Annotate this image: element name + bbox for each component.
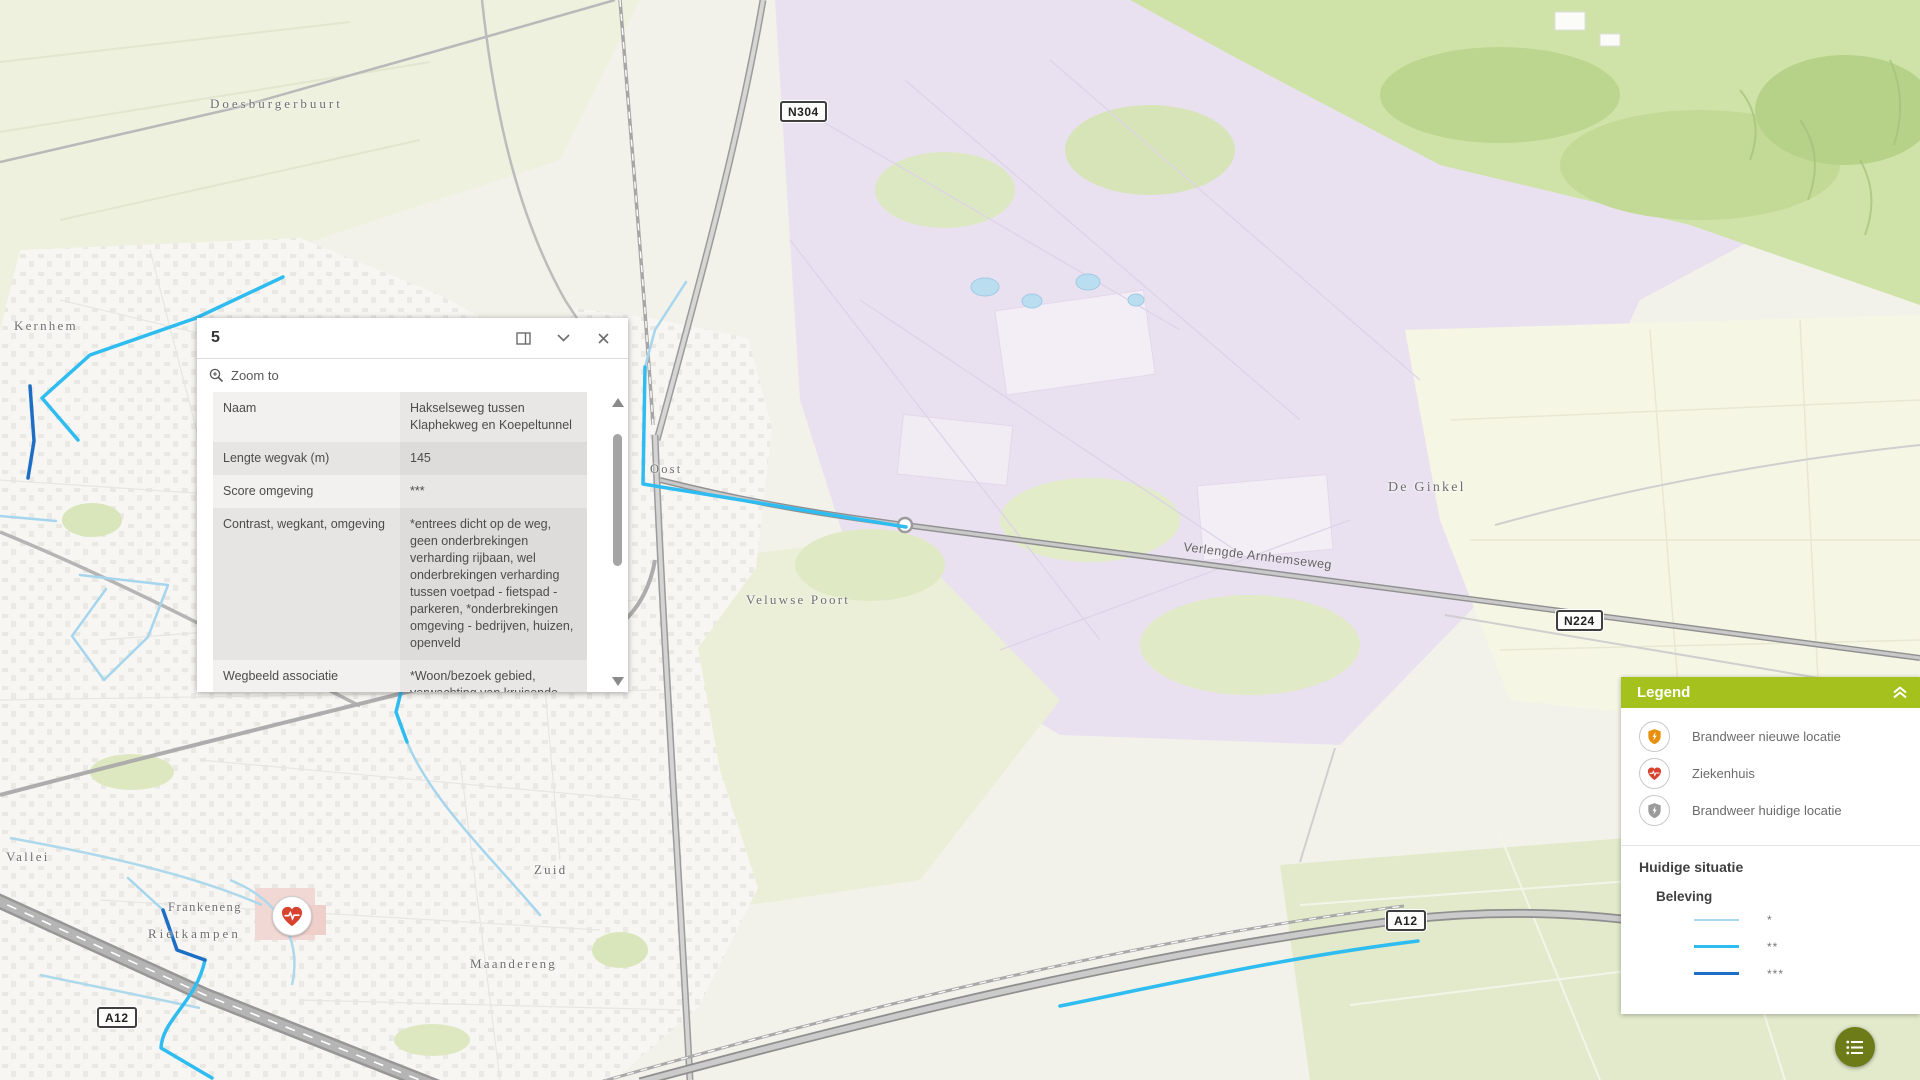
line-swatch-two-star	[1694, 945, 1739, 948]
legend-title: Legend	[1637, 684, 1690, 701]
legend-panel: Legend Brandweer nieuwe locatie Ziekenhu…	[1621, 677, 1920, 1014]
scroll-up-icon[interactable]	[612, 398, 624, 407]
field-value: 145	[400, 442, 587, 475]
field-name: Naam	[213, 392, 400, 442]
legend-item: Brandweer huidige locatie	[1621, 792, 1920, 829]
collapse-double-chevron-icon[interactable]	[1892, 686, 1908, 699]
road-shield-n224: N224	[1556, 610, 1603, 631]
class-label: **	[1767, 940, 1778, 954]
feature-popup: 5 Zoom to Naam H	[197, 318, 628, 692]
field-name: Contrast, wegkant, omgeving	[213, 508, 400, 660]
field-value: ***	[400, 475, 587, 508]
field-value: Hakselseweg tussen Klaphekweg en Koepelt…	[400, 392, 587, 442]
chevron-down-icon[interactable]	[550, 327, 576, 349]
legend-class-row: **	[1621, 933, 1920, 960]
legend-list-icon	[1846, 1040, 1864, 1055]
hospital-heart-icon	[279, 903, 305, 929]
legend-section-title: Huidige situatie	[1639, 859, 1920, 875]
scrollbar-thumb[interactable]	[613, 434, 622, 566]
hospital-heart-icon	[1639, 758, 1670, 789]
table-row: Naam Hakselseweg tussen Klaphekweg en Ko…	[213, 392, 587, 442]
popup-body: Naam Hakselseweg tussen Klaphekweg en Ko…	[197, 392, 628, 692]
legend-item-label: Ziekenhuis	[1692, 766, 1755, 781]
zoom-to-label: Zoom to	[231, 368, 279, 383]
field-value: *Woon/bezoek gebied, verwachting van kru…	[400, 660, 587, 692]
fire-station-new-icon	[1639, 721, 1670, 752]
table-row: Contrast, wegkant, omgeving *entrees dic…	[213, 508, 587, 660]
road-shield-a12: A12	[97, 1007, 137, 1028]
field-name: Lengte wegvak (m)	[213, 442, 400, 475]
field-value: *entrees dicht op de weg, geen onderbrek…	[400, 508, 587, 660]
table-row: Score omgeving ***	[213, 475, 587, 508]
legend-class-row: *	[1621, 906, 1920, 933]
class-label: ***	[1767, 967, 1784, 981]
map-application: Doesburgerbuurt Kernhem Oost De Ginkel V…	[0, 0, 1920, 1080]
fire-station-current-icon	[1639, 795, 1670, 826]
field-name: Score omgeving	[213, 475, 400, 508]
legend-group-title: Beleving	[1656, 889, 1920, 904]
popup-header[interactable]: 5	[197, 318, 628, 358]
popup-scrollbar[interactable]	[609, 398, 625, 686]
table-row: Lengte wegvak (m) 145	[213, 442, 587, 475]
class-label: *	[1767, 913, 1773, 927]
magnifier-plus-icon	[209, 368, 224, 383]
legend-divider	[1621, 845, 1920, 846]
legend-item-label: Brandweer nieuwe locatie	[1692, 729, 1841, 744]
legend-item: Ziekenhuis	[1621, 755, 1920, 792]
legend-item: Brandweer nieuwe locatie	[1621, 718, 1920, 755]
legend-item-label: Brandweer huidige locatie	[1692, 803, 1842, 818]
dock-icon[interactable]	[510, 327, 536, 349]
table-row: Wegbeeld associatie *Woon/bezoek gebied,…	[213, 660, 587, 692]
field-name: Wegbeeld associatie	[213, 660, 400, 692]
legend-toggle-button[interactable]	[1835, 1027, 1875, 1067]
zoom-to-button[interactable]: Zoom to	[197, 359, 628, 392]
legend-header[interactable]: Legend	[1621, 677, 1920, 708]
hospital-heart-marker[interactable]	[272, 896, 312, 936]
close-icon[interactable]	[590, 327, 616, 349]
attribute-table: Naam Hakselseweg tussen Klaphekweg en Ko…	[213, 392, 587, 692]
line-swatch-one-star	[1694, 919, 1739, 921]
popup-title: 5	[211, 329, 220, 347]
road-shield-n304: N304	[780, 101, 827, 122]
legend-class-row: ***	[1621, 960, 1920, 987]
scroll-down-icon[interactable]	[612, 677, 624, 686]
road-shield-a12: A12	[1386, 910, 1426, 931]
line-swatch-three-star	[1694, 972, 1739, 975]
